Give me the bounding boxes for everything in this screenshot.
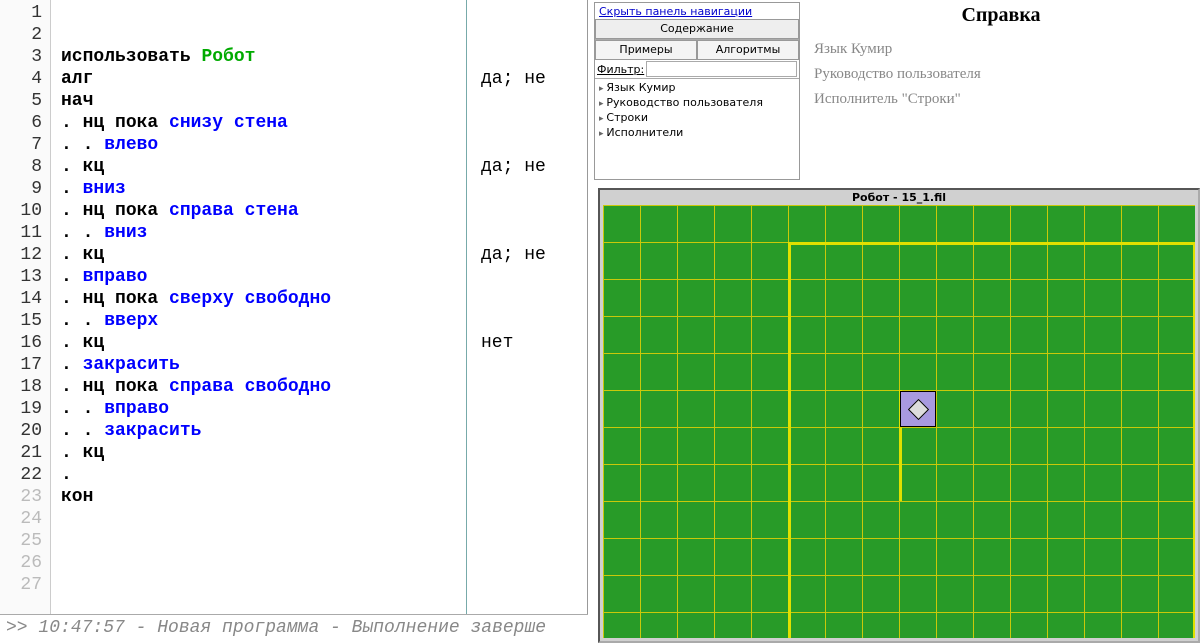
robot-panel: Робот - 15_1.fil <box>598 188 1200 643</box>
help-content: Справка Язык Кумир Руководство пользовате… <box>802 0 1200 186</box>
result-column: да; неда; неда; ненет <box>477 0 587 614</box>
status-bar: >> 10:47:57 - Новая программа - Выполнен… <box>0 614 588 643</box>
hide-nav-link[interactable]: Скрыть панель навигации <box>595 3 799 20</box>
filter-label: Фильтр: <box>597 63 644 76</box>
tab-content[interactable]: Содержание <box>595 19 799 39</box>
nav-tree[interactable]: Язык КумирРуководство пользователяСтроки… <box>595 79 799 179</box>
tree-item[interactable]: Исполнители <box>599 126 795 141</box>
margin-indicator <box>466 0 467 614</box>
nav-box: Скрыть панель навигации Содержание Приме… <box>594 2 800 180</box>
tab-algorithms[interactable]: Алгоритмы <box>697 40 799 60</box>
robot-title: Робот - 15_1.fil <box>600 190 1198 205</box>
help-title: Справка <box>814 4 1188 27</box>
help-link[interactable]: Исполнитель "Строки" <box>814 91 1188 108</box>
code-editor-panel: 1234567891011121314151617181920212223242… <box>0 0 588 614</box>
line-gutter: 1234567891011121314151617181920212223242… <box>0 0 50 614</box>
filter-input[interactable] <box>646 61 797 77</box>
help-link[interactable]: Язык Кумир <box>814 41 1188 58</box>
tree-item[interactable]: Язык Кумир <box>599 81 795 96</box>
tab-examples[interactable]: Примеры <box>595 40 697 60</box>
tree-item[interactable]: Строки <box>599 111 795 126</box>
robot-sprite <box>900 391 936 427</box>
help-link[interactable]: Руководство пользователя <box>814 66 1188 83</box>
tree-item[interactable]: Руководство пользователя <box>599 96 795 111</box>
robot-field[interactable] <box>603 205 1195 638</box>
help-panel: Скрыть панель навигации Содержание Приме… <box>592 0 1200 186</box>
code-area[interactable]: использовать Роботалгнач. нц пока снизу … <box>50 0 587 614</box>
